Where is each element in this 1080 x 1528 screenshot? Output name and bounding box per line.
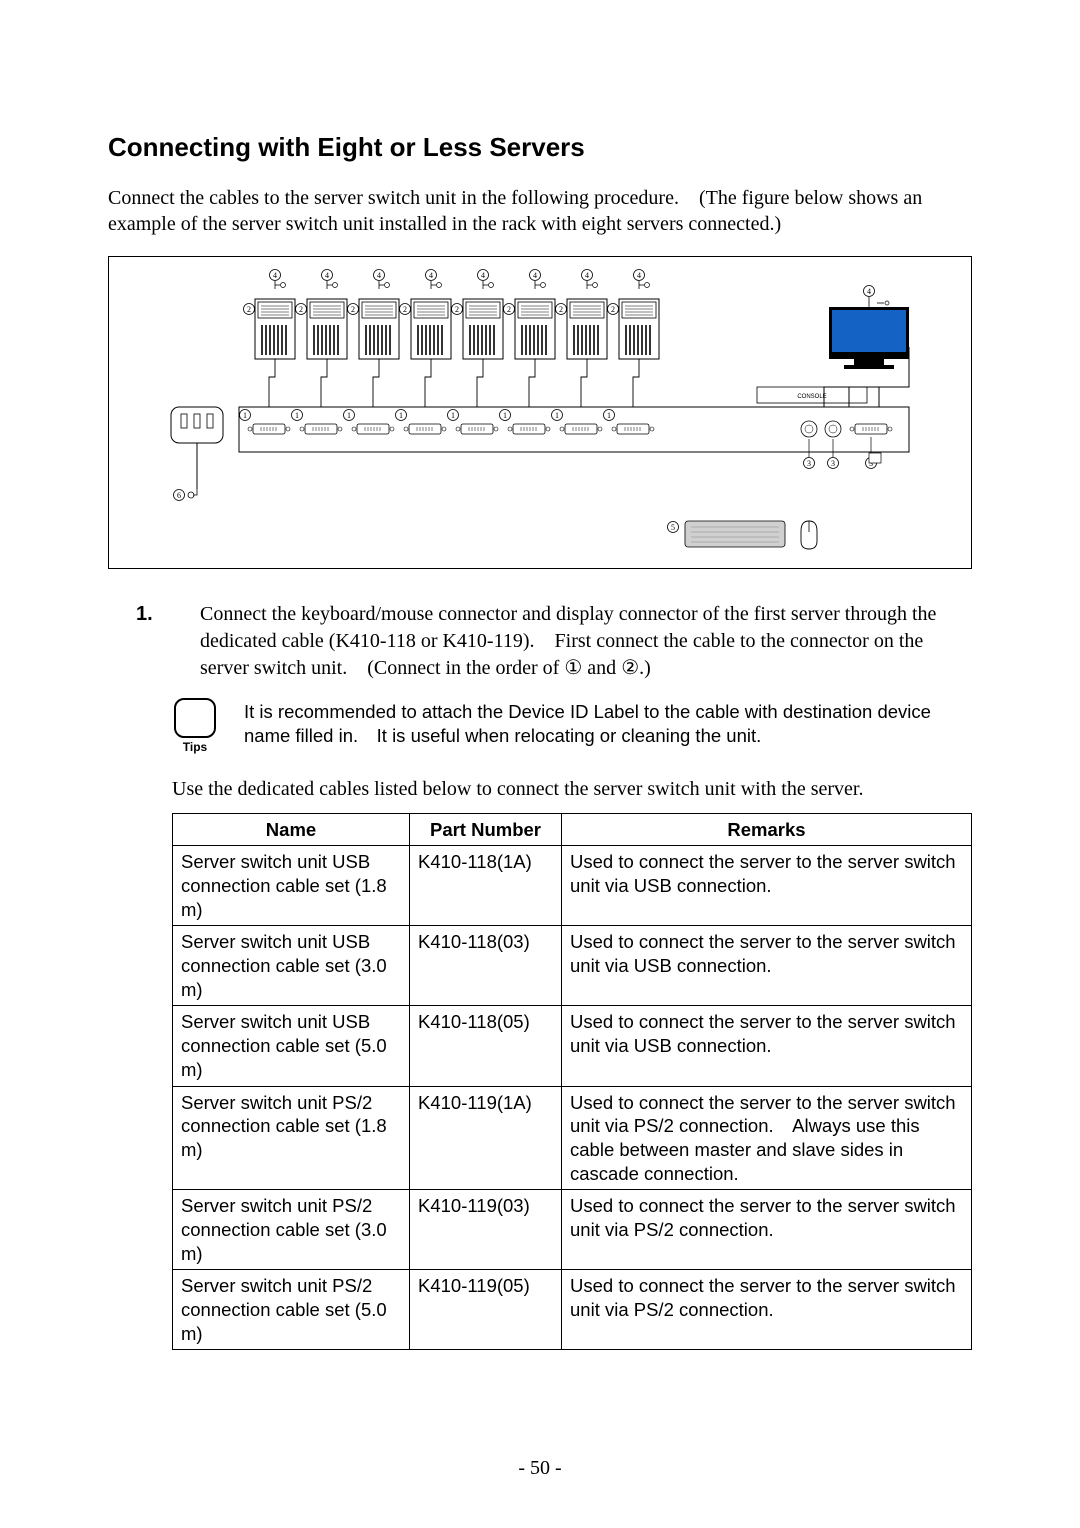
cell-remarks: Used to connect the server to the server… <box>562 1270 972 1350</box>
cell-part: K410-119(1A) <box>410 1086 562 1190</box>
page-number: - 50 - <box>0 1457 1080 1480</box>
svg-text:3: 3 <box>831 459 835 468</box>
cell-part: K410-119(05) <box>410 1270 562 1350</box>
procedure-list: 1. Connect the keyboard/mouse connector … <box>108 601 972 682</box>
svg-text:2: 2 <box>455 305 459 314</box>
step-number: 1. <box>108 601 200 682</box>
cell-remarks: Used to connect the server to the server… <box>562 1190 972 1270</box>
cell-remarks: Used to connect the server to the server… <box>562 846 972 926</box>
intro-paragraph: Connect the cables to the server switch … <box>108 185 972 238</box>
svg-text:2: 2 <box>247 305 251 314</box>
table-row: Server switch unit USB connection cable … <box>173 846 972 926</box>
svg-text:1: 1 <box>347 411 351 420</box>
cell-name: Server switch unit PS/2 connection cable… <box>173 1190 410 1270</box>
cell-part: K410-119(03) <box>410 1190 562 1270</box>
svg-text:4: 4 <box>429 271 433 280</box>
svg-text:4: 4 <box>867 287 871 296</box>
cell-name: Server switch unit PS/2 connection cable… <box>173 1086 410 1190</box>
svg-text:3: 3 <box>807 459 811 468</box>
cell-remarks: Used to connect the server to the server… <box>562 1006 972 1086</box>
table-row: Server switch unit PS/2 connection cable… <box>173 1086 972 1190</box>
table-row: Server switch unit USB connection cable … <box>173 1006 972 1086</box>
table-row: Server switch unit PS/2 connection cable… <box>173 1270 972 1350</box>
cable-table: Name Part Number Remarks Server switch u… <box>172 813 972 1350</box>
svg-text:2: 2 <box>299 305 303 314</box>
cell-part: K410-118(1A) <box>410 846 562 926</box>
svg-text:5: 5 <box>671 523 675 532</box>
page-content: Connecting with Eight or Less Servers Co… <box>108 132 972 1350</box>
svg-text:2: 2 <box>559 305 563 314</box>
svg-text:4: 4 <box>325 271 329 280</box>
procedure-step: 1. Connect the keyboard/mouse connector … <box>108 601 972 682</box>
svg-text:4: 4 <box>377 271 381 280</box>
tips-block: Tips It is recommended to attach the Dev… <box>172 698 972 754</box>
table-row: Server switch unit USB connection cable … <box>173 926 972 1006</box>
svg-text:1: 1 <box>503 411 507 420</box>
table-header-row: Name Part Number Remarks <box>173 813 972 846</box>
cell-part: K410-118(03) <box>410 926 562 1006</box>
svg-text:4: 4 <box>273 271 277 280</box>
connection-diagram: 4 2 4 2 4 2 4 2 4 2 4 2 4 2 4 2 4 CONSOLE 1 1 1 1 1 1 1 1 <box>108 256 972 569</box>
cell-name: Server switch unit USB connection cable … <box>173 846 410 926</box>
svg-text:1: 1 <box>555 411 559 420</box>
svg-text:4: 4 <box>637 271 641 280</box>
svg-text:CONSOLE: CONSOLE <box>797 394 826 400</box>
cell-name: Server switch unit USB connection cable … <box>173 926 410 1006</box>
svg-text:2: 2 <box>611 305 615 314</box>
col-name: Name <box>173 813 410 846</box>
svg-text:4: 4 <box>481 271 485 280</box>
svg-text:6: 6 <box>177 491 181 500</box>
cell-remarks: Used to connect the server to the server… <box>562 926 972 1006</box>
cell-part: K410-118(05) <box>410 1006 562 1086</box>
svg-text:2: 2 <box>403 305 407 314</box>
tips-icon: Tips <box>172 698 218 754</box>
svg-text:4: 4 <box>533 271 537 280</box>
cell-name: Server switch unit PS/2 connection cable… <box>173 1270 410 1350</box>
cell-name: Server switch unit USB connection cable … <box>173 1006 410 1086</box>
table-lead: Use the dedicated cables listed below to… <box>172 778 972 801</box>
svg-text:1: 1 <box>399 411 403 420</box>
section-title: Connecting with Eight or Less Servers <box>108 132 972 163</box>
cell-remarks: Used to connect the server to the server… <box>562 1086 972 1190</box>
tips-label: Tips <box>172 740 218 754</box>
col-part: Part Number <box>410 813 562 846</box>
step-text: Connect the keyboard/mouse connector and… <box>200 601 972 682</box>
table-row: Server switch unit PS/2 connection cable… <box>173 1190 972 1270</box>
svg-text:1: 1 <box>295 411 299 420</box>
svg-text:4: 4 <box>585 271 589 280</box>
svg-text:1: 1 <box>607 411 611 420</box>
tips-text: It is recommended to attach the Device I… <box>244 698 972 748</box>
svg-text:2: 2 <box>351 305 355 314</box>
svg-text:2: 2 <box>507 305 511 314</box>
svg-text:1: 1 <box>243 411 247 420</box>
col-remarks: Remarks <box>562 813 972 846</box>
svg-text:1: 1 <box>451 411 455 420</box>
